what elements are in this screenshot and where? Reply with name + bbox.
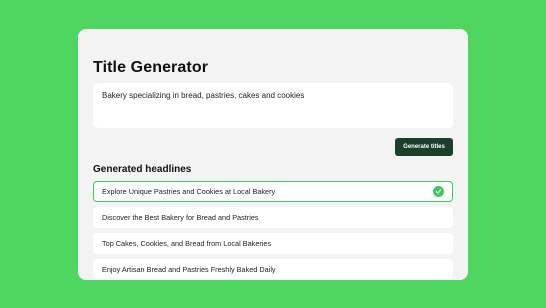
prompt-input[interactable]: Bakery specializing in bread, pastries, … [93,83,453,128]
headline-list: Explore Unique Pastries and Cookies at L… [93,181,453,280]
title-generator-panel: Title Generator Bakery specializing in b… [78,29,468,280]
headline-item[interactable]: Enjoy Artisan Bread and Pastries Freshly… [93,259,453,280]
check-circle-icon [433,186,444,197]
page-title: Title Generator [93,59,209,76]
generate-titles-button[interactable]: Generate titles [395,138,453,156]
headline-label: Explore Unique Pastries and Cookies at L… [102,187,276,196]
headline-label: Enjoy Artisan Bread and Pastries Freshly… [102,265,276,274]
headline-item[interactable]: Top Cakes, Cookies, and Bread from Local… [93,233,453,254]
generated-headlines-heading: Generated headlines [93,164,192,175]
headline-label: Top Cakes, Cookies, and Bread from Local… [102,239,272,248]
headline-item[interactable]: Explore Unique Pastries and Cookies at L… [93,181,453,202]
headline-label: Discover the Best Bakery for Bread and P… [102,213,259,222]
headline-item[interactable]: Discover the Best Bakery for Bread and P… [93,207,453,228]
